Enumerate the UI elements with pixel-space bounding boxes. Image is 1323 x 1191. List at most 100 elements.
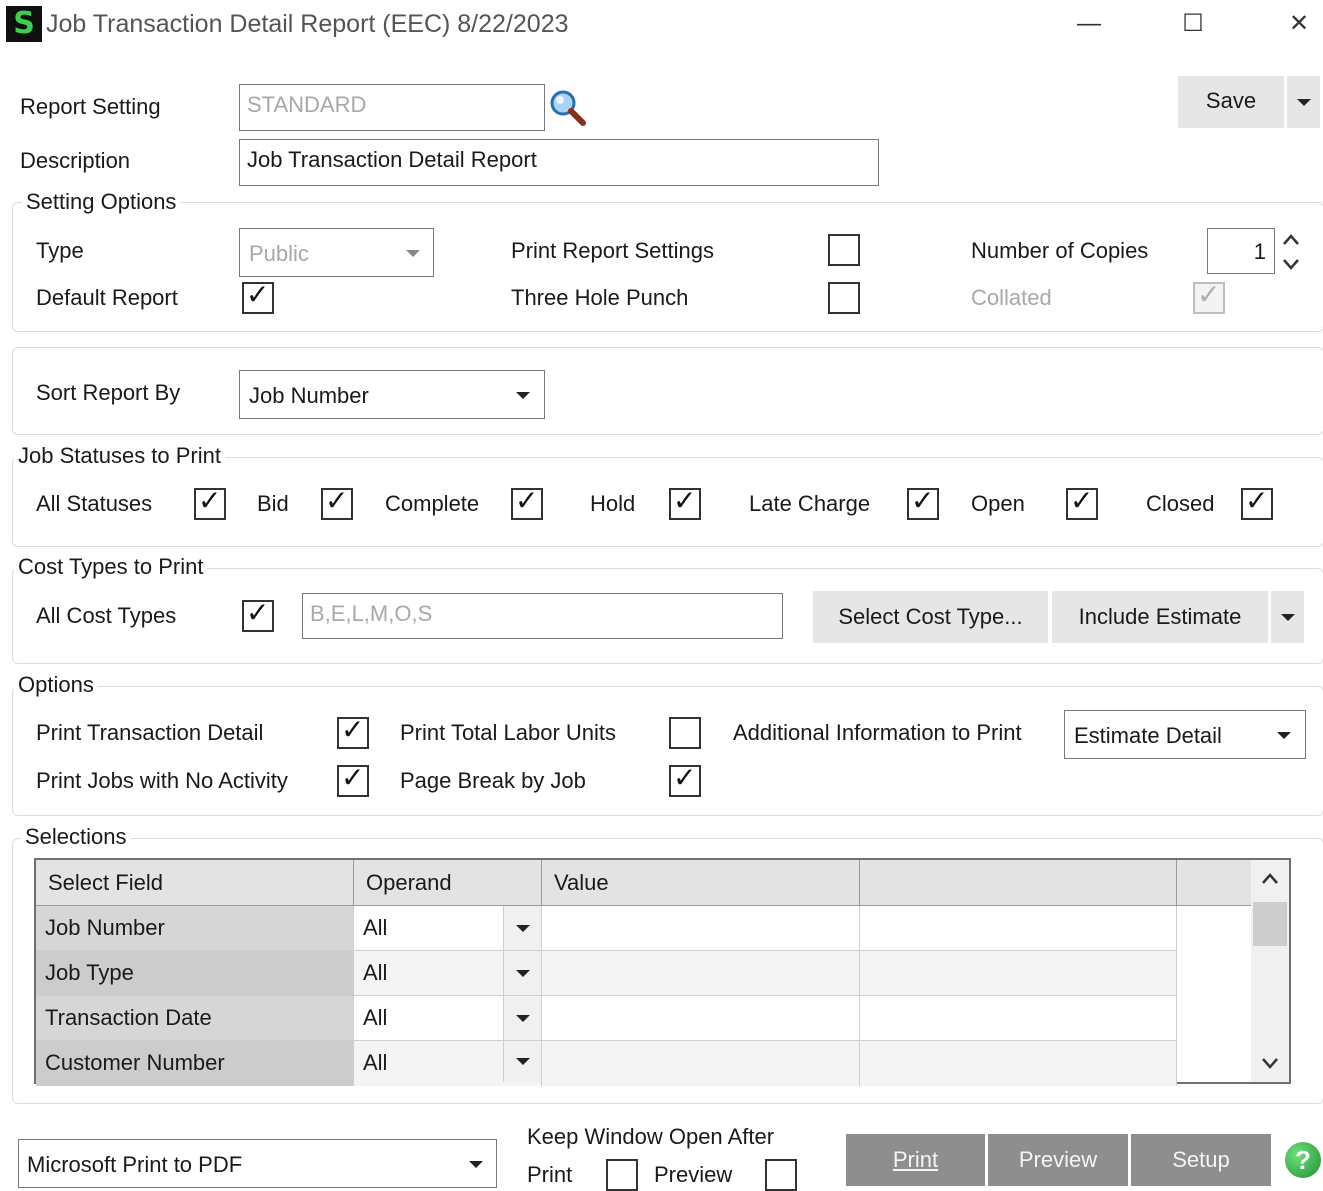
table-row-field: Job Type <box>36 951 354 996</box>
save-menu-button[interactable] <box>1287 76 1320 128</box>
value-cell[interactable] <box>542 951 860 996</box>
column-header-label: Operand <box>366 870 452 895</box>
options-legend: Options <box>14 674 98 696</box>
operand-value: All <box>363 960 388 985</box>
column-header-label: Value <box>554 870 609 895</box>
help-icon[interactable]: ? <box>1285 1142 1321 1178</box>
minimize-button[interactable]: — <box>1066 8 1112 40</box>
three-hole-punch-checkbox[interactable] <box>828 282 860 314</box>
operand-select[interactable]: All <box>354 951 542 996</box>
chevron-down-icon <box>1277 732 1291 739</box>
chevron-down-icon[interactable] <box>1260 1056 1280 1070</box>
setting-options-group <box>12 202 1323 332</box>
chevron-up-icon[interactable] <box>1260 872 1280 886</box>
chevron-down-icon <box>1297 99 1311 106</box>
cost-types-legend: Cost Types to Print <box>14 556 208 578</box>
chevron-down-icon <box>406 250 420 257</box>
sort-report-by-select[interactable]: Job Number <box>239 370 545 419</box>
value-cell[interactable] <box>542 996 860 1041</box>
preview-button-label: Preview <box>1018 1147 1098 1172</box>
type-select[interactable]: Public <box>239 228 434 277</box>
sort-report-by-label: Sort Report By <box>36 380 181 405</box>
operand-dropdown-button[interactable] <box>503 1041 541 1082</box>
copies-spinner[interactable] <box>1278 230 1304 274</box>
page-break-by-job-label: Page Break by Job <box>400 768 586 793</box>
status-complete-checkbox[interactable] <box>511 487 543 520</box>
table-row-field: Job Number <box>36 906 354 951</box>
chevron-down-icon <box>469 1161 483 1168</box>
value-cell[interactable] <box>542 906 860 951</box>
status-late-charge-label: Late Charge <box>749 491 871 516</box>
collated-checkbox <box>1193 281 1225 314</box>
status-bid-checkbox[interactable] <box>321 487 353 520</box>
lookup-magnifier-icon[interactable] <box>548 88 588 128</box>
operand-dropdown-button[interactable] <box>503 996 541 1040</box>
all-cost-types-checkbox[interactable] <box>242 599 274 632</box>
type-value: Public <box>249 241 309 266</box>
operand-select[interactable]: All <box>354 906 542 951</box>
chevron-down-icon <box>516 392 530 399</box>
row-field-label: Job Type <box>45 960 134 985</box>
cost-types-input[interactable]: B,E,L,M,O,S <box>302 593 783 639</box>
status-all-checkbox[interactable] <box>194 487 226 520</box>
keep-window-open-label: Keep Window Open After <box>527 1124 775 1149</box>
cost-types-value: B,E,L,M,O,S <box>310 601 433 626</box>
column-header-operand[interactable]: Operand <box>354 860 542 906</box>
operand-dropdown-button[interactable] <box>503 951 541 995</box>
print-transaction-detail-checkbox[interactable] <box>337 716 369 749</box>
column-header-select-field[interactable]: Select Field <box>36 860 354 906</box>
additional-info-select[interactable]: Estimate Detail <box>1064 710 1306 759</box>
app-logo: S <box>6 6 42 42</box>
status-open-checkbox[interactable] <box>1066 487 1098 520</box>
selections-legend: Selections <box>21 826 131 848</box>
extra-cell[interactable] <box>860 1041 1177 1086</box>
number-of-copies-input[interactable]: 1 <box>1207 228 1275 274</box>
status-bid-label: Bid <box>257 491 289 516</box>
include-estimate-button[interactable]: Include Estimate <box>1052 591 1268 643</box>
status-hold-checkbox[interactable] <box>669 487 701 520</box>
value-cell[interactable] <box>542 1041 860 1086</box>
setup-button-label: Setup <box>1172 1147 1230 1172</box>
status-late-charge-checkbox[interactable] <box>907 487 939 520</box>
operand-select[interactable]: All <box>354 1041 542 1086</box>
keep-open-preview-checkbox[interactable] <box>765 1159 797 1191</box>
row-field-label: Job Number <box>45 915 165 940</box>
include-estimate-label: Include Estimate <box>1078 604 1242 629</box>
column-header-value[interactable]: Value <box>542 860 860 906</box>
chevron-down-icon <box>516 1058 530 1065</box>
print-report-settings-checkbox[interactable] <box>828 234 860 266</box>
page-break-by-job-checkbox[interactable] <box>669 764 701 797</box>
operand-value: All <box>363 1050 388 1075</box>
maximize-button[interactable]: ☐ <box>1170 8 1216 40</box>
description-input[interactable]: Job Transaction Detail Report <box>239 139 879 186</box>
printer-select[interactable]: Microsoft Print to PDF <box>18 1139 497 1188</box>
extra-cell[interactable] <box>860 996 1177 1041</box>
chevron-down-icon <box>516 1015 530 1022</box>
scrollbar-thumb[interactable] <box>1253 902 1287 946</box>
print-button[interactable]: Print <box>846 1134 985 1186</box>
status-all-label: All Statuses <box>36 491 153 516</box>
chevron-down-icon <box>1281 614 1295 621</box>
print-total-labor-units-checkbox[interactable] <box>669 717 701 749</box>
status-closed-checkbox[interactable] <box>1241 487 1273 520</box>
save-button[interactable]: Save <box>1178 76 1284 128</box>
report-setting-input[interactable]: STANDARD <box>239 84 545 131</box>
save-button-label: Save <box>1205 88 1257 113</box>
default-report-checkbox[interactable] <box>242 281 274 314</box>
keep-open-print-checkbox[interactable] <box>606 1159 638 1191</box>
grid-scrollbar[interactable] <box>1251 860 1289 1082</box>
setup-button[interactable]: Setup <box>1131 1134 1271 1186</box>
include-estimate-menu-button[interactable] <box>1271 591 1304 643</box>
operand-select[interactable]: All <box>354 996 542 1041</box>
extra-cell[interactable] <box>860 906 1177 951</box>
close-button[interactable]: ✕ <box>1276 8 1322 40</box>
print-transaction-detail-label: Print Transaction Detail <box>36 720 264 745</box>
number-of-copies-label: Number of Copies <box>971 238 1149 263</box>
print-jobs-no-activity-checkbox[interactable] <box>337 764 369 797</box>
extra-cell[interactable] <box>860 951 1177 996</box>
all-cost-types-label: All Cost Types <box>36 603 177 628</box>
preview-button[interactable]: Preview <box>988 1134 1128 1186</box>
column-header-extra[interactable] <box>860 860 1177 906</box>
select-cost-type-button[interactable]: Select Cost Type... <box>813 591 1048 643</box>
operand-dropdown-button[interactable] <box>503 906 541 950</box>
